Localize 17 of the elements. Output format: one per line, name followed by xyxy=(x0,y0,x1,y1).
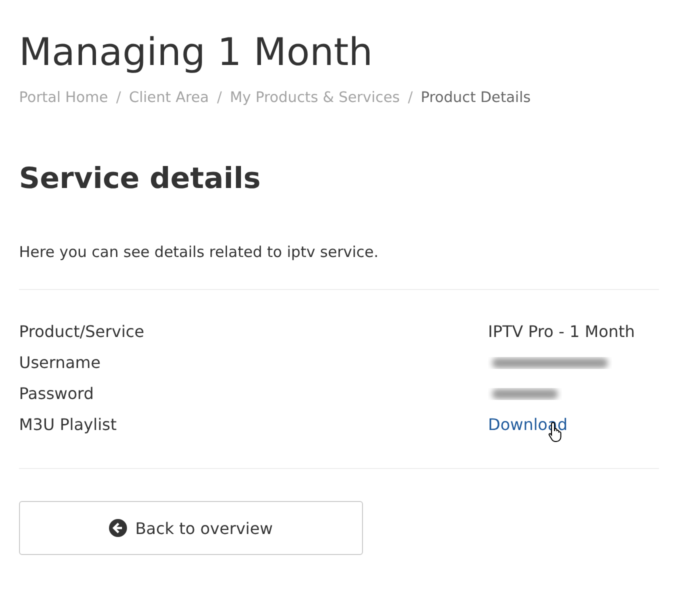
breadcrumb-link[interactable]: My Products & Services xyxy=(230,90,400,106)
detail-label: Password xyxy=(19,384,95,403)
breadcrumb-separator: / xyxy=(116,90,121,106)
back-to-overview-button[interactable]: Back to overview xyxy=(19,501,363,555)
description-text: Here you can see details related to iptv service. xyxy=(19,243,380,261)
detail-value: IPTV Pro - 1 Month xyxy=(488,322,635,341)
section-title: Service details xyxy=(19,160,262,197)
breadcrumb-link[interactable]: Portal Home xyxy=(19,90,108,106)
detail-label: M3U Playlist xyxy=(19,415,118,434)
breadcrumb-link[interactable]: Client Area xyxy=(128,90,209,106)
download-link[interactable]: Download xyxy=(488,415,568,434)
breadcrumb-current-page: Product Details xyxy=(420,90,531,106)
detail-label: Product/Service xyxy=(19,322,146,341)
breadcrumb-separator: / xyxy=(216,90,222,106)
page-title: Managing 1 Month xyxy=(19,29,374,76)
breadcrumb-separator: / xyxy=(408,90,413,106)
detail-label: Username xyxy=(19,353,102,372)
